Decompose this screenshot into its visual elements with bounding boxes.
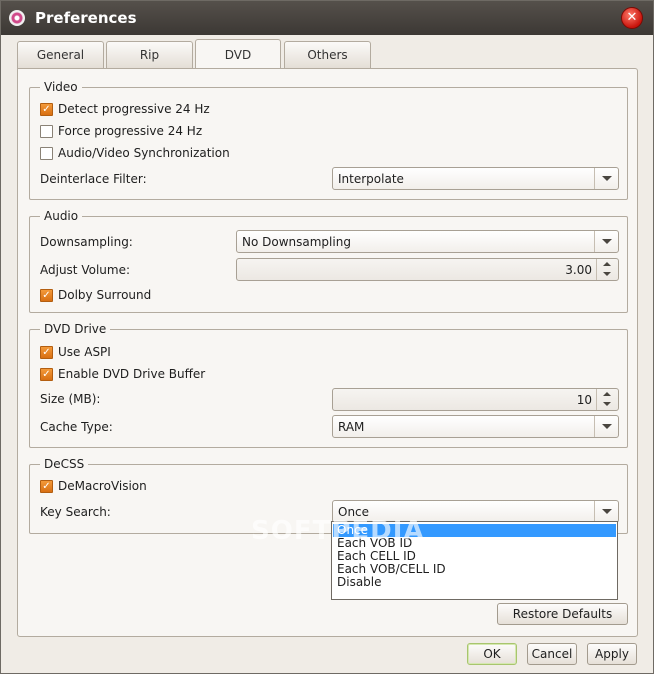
cancel-button[interactable]: Cancel [527,643,577,665]
window-title: Preferences [35,9,137,27]
key-search-select[interactable]: Once [332,500,619,523]
checkbox-checked-icon: ✓ [40,368,53,381]
video-group: Video ✓ Detect progressive 24 Hz Force p… [29,80,628,200]
key-search-label: Key Search: [40,505,111,519]
key-search-value: Once [338,505,370,519]
cache-type-value: RAM [338,420,365,434]
checkbox-unchecked-icon [40,147,53,160]
tab-general[interactable]: General [17,41,104,68]
chevron-down-icon[interactable] [594,168,618,189]
audio-group: Audio Downsampling: No Downsampling Adju… [29,209,628,313]
restore-defaults-button[interactable]: Restore Defaults [497,603,628,625]
tab-others[interactable]: Others [284,41,371,68]
checkbox-unchecked-icon [40,125,53,138]
checkbox-checked-icon: ✓ [40,289,53,302]
close-icon: ✕ [626,10,638,25]
demacrovision-label: DeMacroVision [58,479,147,493]
spin-buttons [596,389,618,410]
tab-dvd[interactable]: DVD [195,39,281,68]
cache-type-select[interactable]: RAM [332,415,619,438]
chevron-down-icon[interactable] [594,231,618,252]
close-button[interactable]: ✕ [621,7,643,29]
apply-button[interactable]: Apply [587,643,637,665]
audio-group-title: Audio [40,209,83,223]
spin-up-icon[interactable] [597,389,618,399]
force-progressive-label: Force progressive 24 Hz [58,124,203,138]
checkbox-checked-icon: ✓ [40,103,53,116]
buffer-size-label: Size (MB): [40,392,101,406]
checkbox-checked-icon: ✓ [40,346,53,359]
ok-button[interactable]: OK [467,643,517,665]
spin-buttons [596,259,618,280]
key-search-dropdown-list: Once Each VOB ID Each CELL ID Each VOB/C… [331,521,618,600]
dropdown-option[interactable]: Disable [333,576,616,589]
adjust-volume-value: 3.00 [565,263,592,277]
dvd-drive-group-title: DVD Drive [40,322,111,336]
chevron-down-icon[interactable] [594,416,618,437]
chevron-down-icon[interactable] [594,501,618,522]
deinterlace-filter-label: Deinterlace Filter: [40,172,147,186]
preferences-window: Preferences ✕ General Rip DVD Others Vid… [0,0,654,674]
video-group-title: Video [40,80,82,94]
use-aspi-label: Use ASPI [58,345,111,359]
spin-up-icon[interactable] [597,259,618,269]
titlebar: Preferences ✕ [1,1,653,35]
av-sync-label: Audio/Video Synchronization [58,146,230,160]
spin-down-icon[interactable] [597,399,618,409]
decss-group-title: DeCSS [40,457,89,471]
dvd-drive-group: DVD Drive ✓ Use ASPI ✓ Enable DVD Drive … [29,322,628,448]
downsampling-value: No Downsampling [242,235,351,249]
drive-buffer-label: Enable DVD Drive Buffer [58,367,206,381]
adjust-volume-spinbox[interactable]: 3.00 [236,258,619,281]
spin-down-icon[interactable] [597,269,618,279]
downsampling-select[interactable]: No Downsampling [236,230,619,253]
cache-type-label: Cache Type: [40,420,113,434]
buffer-size-value: 10 [576,393,592,407]
adjust-volume-label: Adjust Volume: [40,263,130,277]
deinterlace-filter-select[interactable]: Interpolate [332,167,619,190]
dolby-surround-label: Dolby Surround [58,288,152,302]
deinterlace-filter-value: Interpolate [338,172,404,186]
detect-progressive-label: Detect progressive 24 Hz [58,102,210,116]
checkbox-checked-icon: ✓ [40,480,53,493]
tab-rip[interactable]: Rip [106,41,193,68]
downsampling-label: Downsampling: [40,235,133,249]
dvd-disc-icon [9,10,25,26]
buffer-size-spinbox[interactable]: 10 [332,388,619,411]
